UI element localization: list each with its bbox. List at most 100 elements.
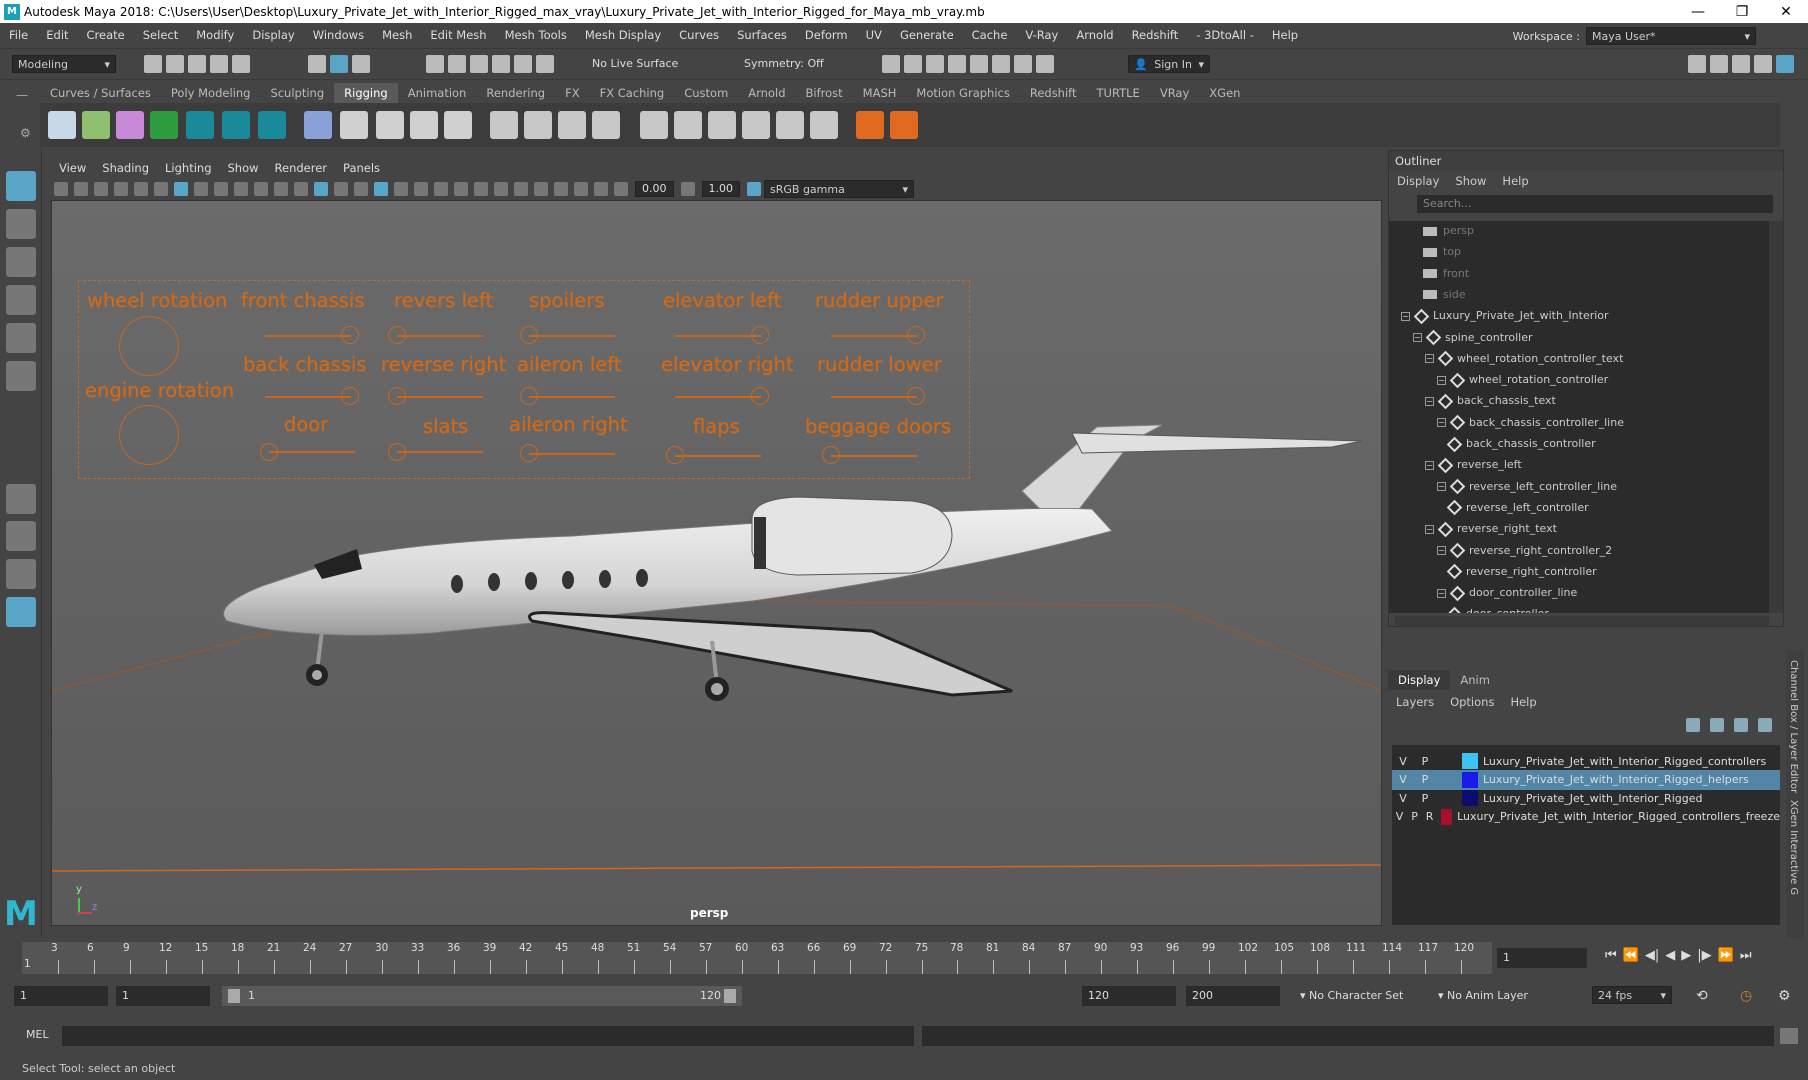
outliner-row[interactable]: − reverse_left_controller_line <box>1437 477 1617 497</box>
lattice-icon[interactable] <box>340 111 368 139</box>
open-scene-icon[interactable] <box>166 55 184 73</box>
select-camera-icon[interactable] <box>54 182 68 196</box>
move-layer-up-icon[interactable] <box>1686 718 1700 732</box>
field-chart-icon[interactable] <box>254 182 268 196</box>
outliner-row[interactable]: − wheel_rotation_controller_text <box>1425 349 1623 369</box>
menu-windows[interactable]: Windows <box>304 28 373 42</box>
copy-weights-icon[interactable] <box>776 111 804 139</box>
step-back-frame-icon[interactable]: ◀| <box>1645 948 1659 963</box>
range-slider-bar[interactable]: 1 120 <box>222 986 742 1006</box>
front-chassis-controller[interactable] <box>341 326 359 344</box>
shelf-tab-fx[interactable]: FX <box>555 83 590 103</box>
constraint-parent-icon[interactable] <box>592 111 620 139</box>
character-set-dropdown[interactable]: ▾ No Character Set <box>1300 986 1403 1006</box>
expand-toggle-icon[interactable]: − <box>1401 311 1410 321</box>
menu-deform[interactable]: Deform <box>796 28 857 42</box>
layer-visibility-toggle[interactable]: V <box>1392 792 1414 805</box>
outliner-row[interactable]: top <box>1423 242 1461 262</box>
menu-select[interactable]: Select <box>134 28 187 42</box>
outliner-row[interactable]: front <box>1423 264 1469 284</box>
layer-visibility-toggle[interactable]: V <box>1392 773 1414 786</box>
layer-menu-layers[interactable]: Layers <box>1388 695 1442 709</box>
constraint-scale-icon[interactable] <box>558 111 586 139</box>
exposure-icon[interactable] <box>614 182 628 196</box>
color-space-dropdown[interactable]: sRGB gamma ▾ <box>764 180 914 198</box>
revers-left-controller[interactable] <box>388 326 406 344</box>
layer-row[interactable]: V P R Luxury_Private_Jet_with_Interior_Rigg… <box>1392 807 1780 827</box>
outliner-menu-display[interactable]: Display <box>1389 174 1447 188</box>
menu-redshift[interactable]: Redshift <box>1123 28 1188 42</box>
render-settings-icon[interactable] <box>948 55 966 73</box>
menu-display[interactable]: Display <box>243 28 303 42</box>
constraint-aim-icon[interactable] <box>640 111 668 139</box>
vray-render-icon[interactable] <box>992 55 1010 73</box>
slats-controller[interactable] <box>388 443 406 461</box>
outliner-row[interactable]: − wheel_rotation_controller <box>1437 370 1608 390</box>
save-scene-icon[interactable] <box>188 55 206 73</box>
menu-arnold[interactable]: Arnold <box>1067 28 1122 42</box>
layer-playback-toggle[interactable]: P <box>1414 792 1436 805</box>
layer-row[interactable]: V P Luxury_Private_Jet_with_Interior_Rigge… <box>1392 769 1780 790</box>
outliner-row[interactable]: − Luxury_Private_Jet_with_Interior <box>1401 306 1609 326</box>
lasso-tool-icon[interactable] <box>6 209 36 239</box>
reverse-right-controller[interactable] <box>388 387 406 405</box>
attribute-editor-icon[interactable] <box>1710 55 1728 73</box>
layer-editor-icon[interactable] <box>1776 55 1794 73</box>
expand-toggle-icon[interactable]: − <box>1413 333 1422 342</box>
shelf-settings-icon[interactable]: ⚙ <box>20 126 31 140</box>
door-controller[interactable] <box>260 443 278 461</box>
pause-icon[interactable] <box>1014 55 1032 73</box>
menu-curves[interactable]: Curves <box>670 28 728 42</box>
skin-bind-icon[interactable] <box>116 111 144 139</box>
layer-playback-toggle[interactable]: P <box>1407 810 1422 823</box>
outliner-horizontal-scrollbar[interactable] <box>1395 616 1769 626</box>
scene-start-field[interactable]: 1 <box>14 986 108 1006</box>
camera-attributes-icon[interactable] <box>74 182 88 196</box>
menu-vray[interactable]: V-Ray <box>1016 28 1067 42</box>
film-gate-icon[interactable] <box>194 182 208 196</box>
viewport-menu-lighting[interactable]: Lighting <box>157 161 219 175</box>
scene-end-field[interactable]: 200 <box>1186 986 1280 1006</box>
textured-icon[interactable] <box>354 182 368 196</box>
expand-toggle-icon[interactable]: − <box>1425 524 1434 534</box>
outliner-row[interactable]: − spine_controller <box>1413 328 1532 348</box>
time-slider[interactable]: 3 6 9 12 15 18 21 24 27 30 33 36 39 42 45 48 51 54 57 60 63 6… <box>0 938 1808 978</box>
snap-view-icon[interactable] <box>492 55 510 73</box>
layer-row[interactable]: V P Luxury_Private_Jet_with_Interior_Rigge… <box>1392 751 1780 771</box>
layer-color-swatch[interactable] <box>1441 808 1453 825</box>
expand-toggle-icon[interactable]: − <box>1437 482 1446 492</box>
fps-dropdown[interactable]: 24 fps ▾ <box>1592 986 1672 1004</box>
snap-grid-icon[interactable] <box>426 55 444 73</box>
humanik-icon-3[interactable] <box>258 111 286 139</box>
gate-mask-icon[interactable] <box>234 182 248 196</box>
playback-end-field[interactable]: 120 <box>1082 986 1176 1006</box>
outliner-row[interactable]: − reverse_right_text <box>1425 519 1557 539</box>
snap-curve-icon[interactable] <box>448 55 466 73</box>
two-view-icon[interactable] <box>6 559 36 589</box>
paint-weights-icon[interactable] <box>708 111 736 139</box>
humanik-icon-1[interactable] <box>186 111 214 139</box>
expand-toggle-icon[interactable]: − <box>1425 354 1434 364</box>
viewport-menu-renderer[interactable]: Renderer <box>267 161 336 175</box>
current-frame-marker[interactable]: 1 <box>24 958 31 970</box>
motion-blur-icon[interactable] <box>474 182 488 196</box>
prune-weights-icon[interactable] <box>810 111 838 139</box>
outliner-vertical-scrollbar[interactable] <box>1769 221 1783 613</box>
shelf-tab-redshift[interactable]: Redshift <box>1020 83 1087 103</box>
outliner-row[interactable]: − door_controller_line <box>1437 583 1577 603</box>
rudder-lower-controller[interactable] <box>907 387 925 405</box>
menu-set-dropdown[interactable]: Modeling ▾ <box>12 55 116 73</box>
viewport-menu-shading[interactable]: Shading <box>94 161 157 175</box>
shelf-tab-bifrost[interactable]: Bifrost <box>796 83 853 103</box>
shelf-tab-animation[interactable]: Animation <box>398 83 477 103</box>
shelf-tab-arnold[interactable]: Arnold <box>738 83 795 103</box>
ik-handle-icon[interactable] <box>82 111 110 139</box>
wrap-icon[interactable] <box>376 111 404 139</box>
menu-edit[interactable]: Edit <box>37 28 77 42</box>
layer-menu-options[interactable]: Options <box>1442 695 1502 709</box>
back-chassis-controller[interactable] <box>341 387 359 405</box>
mel-label[interactable]: MEL <box>26 1028 49 1041</box>
expand-toggle-icon[interactable]: − <box>1437 375 1446 385</box>
xgen-interactive-tab[interactable]: XGen Interactive G <box>1788 800 1799 895</box>
select-hierarchy-icon[interactable] <box>308 55 326 73</box>
